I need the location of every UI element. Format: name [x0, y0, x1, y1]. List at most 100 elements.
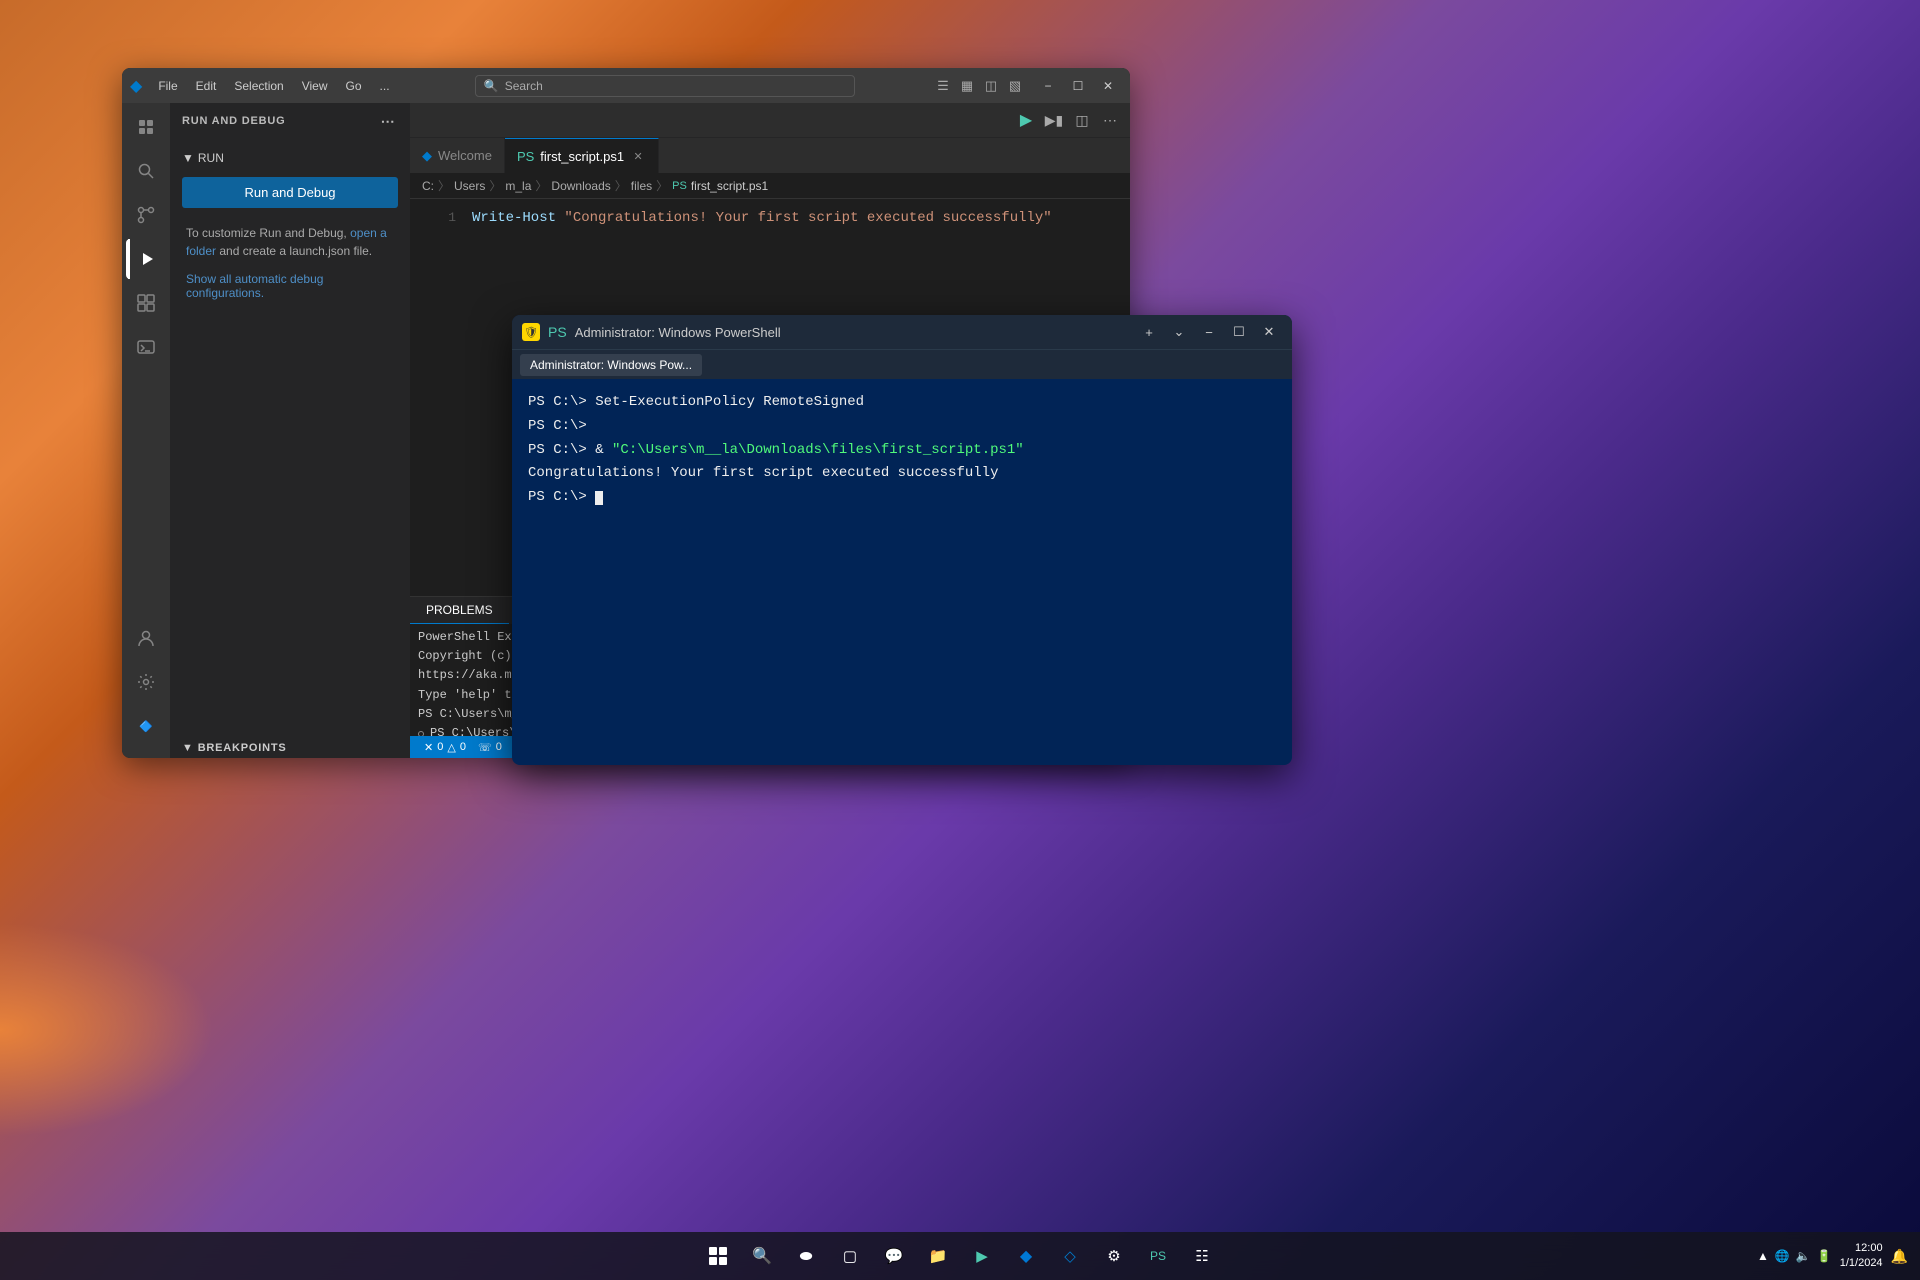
- code-line-1: 1 Write-Host "Congratulations! Your firs…: [410, 207, 1130, 229]
- menu-view[interactable]: View: [294, 75, 336, 97]
- breadcrumb: C: 〉 Users 〉 m_la 〉 Downloads 〉 files 〉 …: [410, 173, 1130, 199]
- taskbar-edge-icon[interactable]: ◆: [1006, 1236, 1046, 1276]
- editor-toolbar: ▶ ▶▮ ◫ ⋯: [410, 103, 1130, 138]
- tab-first-script[interactable]: PS first_script.ps1 ✕: [505, 138, 659, 173]
- status-errors[interactable]: ✕ 0 △ 0: [418, 741, 472, 754]
- panel-tab-problems[interactable]: PROBLEMS: [410, 597, 509, 624]
- tab-close-button[interactable]: ✕: [630, 148, 646, 164]
- taskbar-terminal-icon[interactable]: ▶: [962, 1236, 1002, 1276]
- ps-prompt-3: PS C:\>: [528, 442, 595, 458]
- run-header[interactable]: ▼ RUN: [170, 147, 410, 169]
- split-editor-icon[interactable]: ◫: [980, 75, 1002, 97]
- close-button[interactable]: ✕: [1094, 75, 1122, 97]
- breadcrumb-users[interactable]: Users: [454, 179, 485, 193]
- run-and-debug-label: RUN AND DEBUG: [182, 115, 286, 127]
- network-icon[interactable]: 🌐: [1775, 1249, 1790, 1263]
- volume-icon[interactable]: 🔈: [1796, 1249, 1811, 1263]
- panel-toggle-icon[interactable]: ▦: [956, 75, 978, 97]
- taskbar-vscode-icon[interactable]: ◇: [1050, 1236, 1090, 1276]
- tab-script-label: first_script.ps1: [540, 149, 624, 164]
- breadcrumb-sep-2: 〉: [489, 177, 501, 194]
- ps-content[interactable]: PS C:\> Set-ExecutionPolicy RemoteSigned…: [512, 379, 1292, 765]
- ps-titlebar-left: 🛡 PS Administrator: Windows PowerShell: [522, 323, 781, 341]
- ps-title-text: Administrator: Windows PowerShell: [575, 325, 781, 340]
- sidebar-more-options[interactable]: ⋯: [378, 111, 398, 131]
- ps-tab-more-button[interactable]: ⌄: [1166, 319, 1192, 345]
- activity-extensions-icon[interactable]: [126, 283, 166, 323]
- ps-tab-add-button[interactable]: +: [1136, 319, 1162, 345]
- show-debug-configs-link[interactable]: Show all automatic debug configurations.: [170, 268, 410, 304]
- taskbar-powershell-icon[interactable]: PS: [1138, 1236, 1178, 1276]
- menu-file[interactable]: File: [150, 75, 185, 97]
- activity-terminal-icon[interactable]: [126, 327, 166, 367]
- split-terminal-button[interactable]: ◫: [1070, 108, 1094, 132]
- activity-search-icon[interactable]: [126, 151, 166, 191]
- activity-debug-status-icon[interactable]: 🔷: [126, 706, 166, 746]
- breadcrumb-files[interactable]: files: [631, 179, 652, 193]
- code-space: [556, 207, 564, 229]
- taskbar: 🔍 ⬬ ▢ 💬 📁 ▶ ◆ ◇ ⚙ PS ☷ ▲ 🌐 🔈 🔋 12:00 1/1…: [0, 1232, 1920, 1280]
- welcome-tab-icon: ◆: [422, 148, 432, 164]
- more-actions-button[interactable]: ⋯: [1098, 108, 1122, 132]
- start-button[interactable]: [698, 1236, 738, 1276]
- ps-minimize-button[interactable]: −: [1196, 319, 1222, 345]
- ps-close-button[interactable]: ✕: [1256, 319, 1282, 345]
- taskbar-explorer-icon[interactable]: 📁: [918, 1236, 958, 1276]
- sidebar-toggle-icon[interactable]: ☰: [932, 75, 954, 97]
- breakpoints-header[interactable]: ▼ BREAKPOINTS: [170, 738, 410, 758]
- taskbar-widgets-button[interactable]: ▢: [830, 1236, 870, 1276]
- ps-line-4: Congratulations! Your first script execu…: [528, 462, 1276, 486]
- taskbar-chat-button[interactable]: 💬: [874, 1236, 914, 1276]
- chevron-up-icon[interactable]: ▲: [1757, 1249, 1769, 1263]
- ps-line-2: PS C:\>: [528, 415, 1276, 439]
- status-messages[interactable]: ☏ 0: [472, 741, 508, 754]
- customize-run-text: To customize Run and Debug, open a folde…: [170, 216, 410, 268]
- ps-tab-admin[interactable]: Administrator: Windows Pow...: [520, 354, 702, 376]
- search-box[interactable]: 🔍 Search: [475, 75, 855, 97]
- window-controls: − ☐ ✕: [1034, 75, 1122, 97]
- editor-tabs: ◆ Welcome PS first_script.ps1 ✕: [410, 138, 1130, 173]
- activity-explorer-icon[interactable]: [126, 107, 166, 147]
- menu-selection[interactable]: Selection: [226, 75, 291, 97]
- code-write-host: Write-Host: [472, 207, 556, 229]
- activity-settings-icon[interactable]: [126, 662, 166, 702]
- ps-maximize-button[interactable]: ☐: [1226, 319, 1252, 345]
- breadcrumb-c[interactable]: C:: [422, 179, 434, 193]
- battery-icon[interactable]: 🔋: [1817, 1249, 1832, 1263]
- taskbar-taskview-button[interactable]: ⬬: [786, 1236, 826, 1276]
- maximize-button[interactable]: ☐: [1064, 75, 1092, 97]
- run-and-debug-button[interactable]: Run and Debug: [182, 177, 398, 208]
- sidebar: RUN AND DEBUG ⋯ ▼ RUN Run and Debug To c…: [170, 103, 410, 758]
- tab-welcome[interactable]: ◆ Welcome: [410, 138, 505, 173]
- ps-prompt-5: PS C:\>: [528, 489, 595, 505]
- titlebar-menus: File Edit Selection View Go ...: [150, 75, 397, 97]
- breadcrumb-mla[interactable]: m_la: [505, 179, 531, 193]
- tab-welcome-label: Welcome: [438, 148, 492, 163]
- taskbar-clock[interactable]: 12:00 1/1/2024: [1840, 1241, 1883, 1272]
- run-script-button[interactable]: ▶: [1014, 108, 1038, 132]
- taskbar-tray-icons: ▲ 🌐 🔈 🔋: [1757, 1249, 1832, 1263]
- taskbar-search-button[interactable]: 🔍: [742, 1236, 782, 1276]
- menu-more[interactable]: ...: [372, 75, 398, 97]
- activity-account-icon[interactable]: [126, 618, 166, 658]
- taskbar-settings-icon[interactable]: ⚙: [1094, 1236, 1134, 1276]
- breadcrumb-downloads[interactable]: Downloads: [551, 179, 610, 193]
- layout-icons: ☰ ▦ ◫ ▧: [932, 75, 1026, 97]
- minimize-button[interactable]: −: [1034, 75, 1062, 97]
- activity-source-control-icon[interactable]: [126, 195, 166, 235]
- notification-icon[interactable]: 🔔: [1891, 1248, 1908, 1265]
- layout-icon[interactable]: ▧: [1004, 75, 1026, 97]
- activity-run-debug-icon[interactable]: [126, 239, 166, 279]
- ps-tab-icon: PS: [517, 149, 534, 164]
- taskbar-apps-icon[interactable]: ☷: [1182, 1236, 1222, 1276]
- breadcrumb-sep-1: 〉: [438, 177, 450, 194]
- breakpoints-label: BREAKPOINTS: [198, 742, 287, 754]
- breadcrumb-sep-4: 〉: [615, 177, 627, 194]
- breadcrumb-ps-icon: PS: [672, 180, 687, 192]
- ps-tab-label: Administrator: Windows Pow...: [530, 358, 692, 372]
- ps-prompt-1: PS C:\>: [528, 394, 595, 410]
- menu-go[interactable]: Go: [338, 75, 370, 97]
- run-in-debug-button[interactable]: ▶▮: [1042, 108, 1066, 132]
- menu-edit[interactable]: Edit: [188, 75, 225, 97]
- titlebar-search-area: 🔍 Search: [406, 75, 924, 97]
